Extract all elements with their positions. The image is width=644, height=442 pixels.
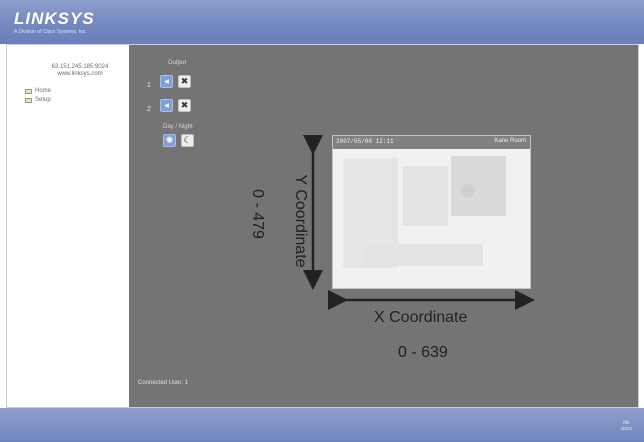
bottom-banner: ıllıı cisco [0, 408, 644, 442]
cisco-logo: ıllıı cisco [621, 420, 632, 432]
site-link[interactable]: www.linksys.com [35, 71, 125, 78]
top-banner: LINKSYS A Division of Cisco Systems, Inc… [0, 0, 644, 44]
output-1-off-button[interactable]: ✖ [178, 75, 191, 88]
device-address-block: 63.151.245.185:9024 www.linksys.com [35, 64, 125, 78]
output-row-number: 1 [147, 82, 151, 89]
sidebar: 63.151.245.185:9024 www.linksys.com Home… [7, 45, 129, 407]
sidebar-item-setup[interactable]: Setup [25, 97, 51, 103]
x-coordinate-label: X Coordinate [374, 309, 468, 326]
sidebar-item-label: Setup [35, 97, 51, 103]
y-coordinate-range: 0 - 479 [249, 189, 266, 239]
night-mode-button[interactable]: ☾ [181, 134, 194, 147]
scene-shape [403, 166, 448, 226]
y-coordinate-label: Y Coordinate [292, 174, 309, 268]
camera-view[interactable]: 2007/05/08 12:11 Kane Room [332, 135, 531, 289]
output-label: Output [168, 60, 187, 66]
output-2-off-button[interactable]: ✖ [178, 99, 191, 112]
x-coordinate-range: 0 - 639 [398, 344, 448, 361]
cisco-wordmark: cisco [620, 426, 632, 432]
connected-users: Connected User: 1 [138, 380, 189, 386]
sun-icon: ✺ [165, 135, 174, 145]
camera-info-bar: 2007/05/08 12:11 Kane Room [333, 136, 530, 149]
output-row-number: 2 [147, 106, 151, 113]
output-2-on-button[interactable]: ◂ [160, 99, 173, 112]
sidebar-item-home[interactable]: Home [25, 88, 51, 94]
output-off-icon: ✖ [180, 100, 189, 110]
home-icon [25, 88, 32, 94]
output-off-icon: ✖ [180, 76, 189, 86]
moon-icon: ☾ [183, 135, 192, 145]
scene-shape [461, 184, 475, 198]
camera-timestamp: 2007/05/08 12:11 [336, 138, 394, 145]
output-1-on-button[interactable]: ◂ [160, 75, 173, 88]
scene-shape [451, 156, 506, 216]
camera-name: Kane Room [494, 138, 526, 144]
output-on-icon: ◂ [164, 100, 169, 110]
device-ip: 63.151.245.185:9024 [51, 64, 109, 70]
day-mode-button[interactable]: ✺ [163, 134, 176, 147]
day-night-label: Day / Night [163, 124, 193, 130]
sidebar-item-label: Home [35, 88, 52, 94]
linksys-logo: LINKSYS [14, 9, 95, 28]
folder-icon [25, 97, 32, 103]
scene-shape [363, 244, 483, 266]
logo-tagline: A Division of Cisco Systems, Inc. [14, 29, 87, 35]
output-on-icon: ◂ [164, 76, 169, 86]
